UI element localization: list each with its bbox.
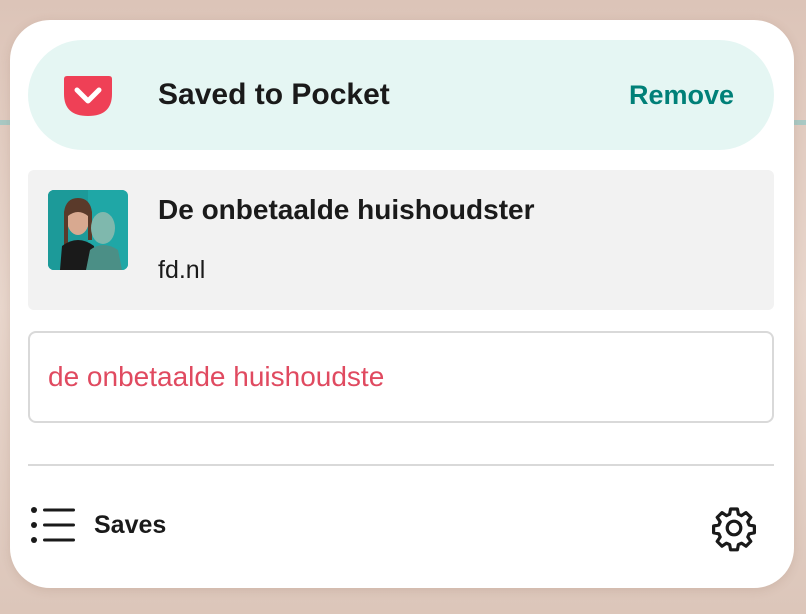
article-title[interactable]: De onbetaalde huishoudster [158, 194, 535, 226]
thumbnail-image [48, 190, 128, 270]
saves-link[interactable]: Saves [30, 500, 166, 550]
pocket-logo-icon [64, 76, 112, 116]
saved-title: Saved to Pocket [158, 78, 390, 111]
article-domain: fd.nl [158, 256, 206, 284]
divider [28, 464, 774, 466]
gear-icon[interactable] [710, 504, 758, 552]
tag-input[interactable]: de onbetaalde huishoudste [28, 331, 774, 423]
remove-button[interactable]: Remove [629, 40, 734, 150]
list-icon [31, 507, 75, 543]
pocket-popup: Saved to Pocket Remove De onbetaalde hui… [10, 20, 794, 588]
article-thumbnail [48, 190, 128, 270]
article-card[interactable]: De onbetaalde huishoudster fd.nl [28, 170, 774, 310]
saves-label: Saves [94, 510, 167, 539]
saved-banner: Saved to Pocket Remove [28, 40, 774, 150]
